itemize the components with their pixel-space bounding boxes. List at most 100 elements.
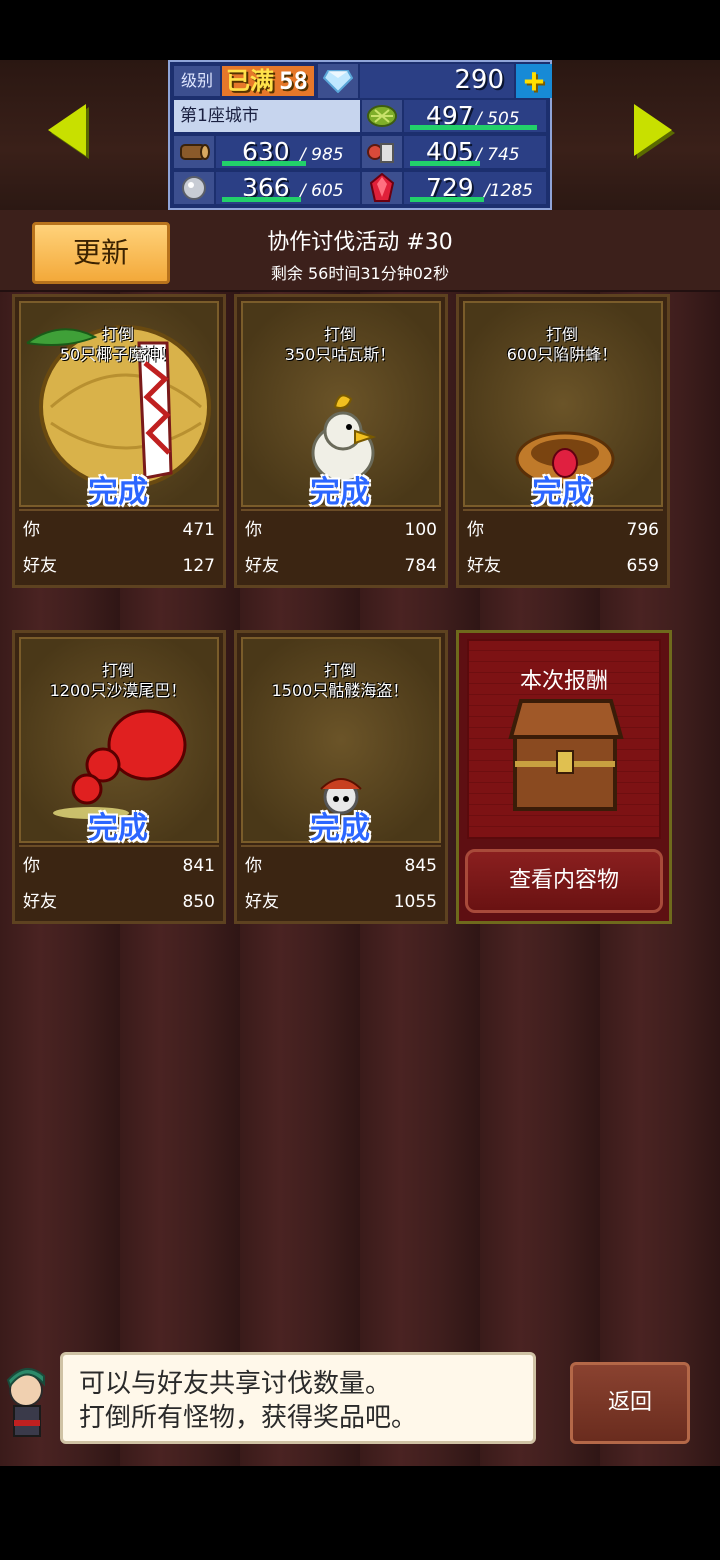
you-count: 841 xyxy=(182,856,215,876)
quest-goal-line2: 50只椰子魔神！ xyxy=(59,345,177,364)
friend-count-row: 好友 659 xyxy=(467,551,659,581)
friend-count-row: 好友 127 xyxy=(23,551,215,581)
quest-card-guwas[interactable]: 打倒 350只咕瓦斯！ 完成 你 100 好友 784 xyxy=(234,294,448,588)
level-max-text: 已满 xyxy=(226,67,274,95)
wood-bar xyxy=(222,161,306,166)
quest-card-coconut[interactable]: 打倒 50只椰子魔神！ 完成 你 471 好友 127 xyxy=(12,294,226,588)
quest-goal: 打倒 1200只沙漠尾巴！ xyxy=(15,661,221,701)
quest-goal-line2: 350只咕瓦斯！ xyxy=(284,345,396,364)
you-count-row: 你 841 xyxy=(23,851,215,881)
you-count: 471 xyxy=(182,520,215,540)
city-name: 第1座城市 xyxy=(174,100,360,132)
diamond-icon xyxy=(318,64,358,98)
quest-goal-line1: 打倒 xyxy=(323,661,356,680)
friend-count: 127 xyxy=(182,556,215,576)
friend-count-row: 好友 850 xyxy=(23,887,215,917)
quest-goal-line2: 1200只沙漠尾巴！ xyxy=(49,681,187,700)
quest-goal-line1: 打倒 xyxy=(323,325,356,344)
quest-goal: 打倒 350只咕瓦斯！ xyxy=(237,325,443,365)
food-value-box: 405 / 745 xyxy=(404,136,546,168)
friend-count: 1055 xyxy=(393,892,437,912)
divider xyxy=(241,845,441,847)
ruby-value-box: 729 /1285 xyxy=(404,172,546,204)
ore-value-box: 366 / 605 xyxy=(216,172,360,204)
quest-goal-line2: 600只陷阱蜂！ xyxy=(506,345,618,364)
friend-count: 850 xyxy=(182,892,215,912)
you-label: 你 xyxy=(23,520,40,540)
friend-count-row: 好友 1055 xyxy=(245,887,437,917)
you-count-row: 你 845 xyxy=(245,851,437,881)
you-label: 你 xyxy=(23,856,40,876)
guide-character-avatar xyxy=(0,1356,60,1452)
ruby-max: /1285 xyxy=(484,181,533,201)
you-label: 你 xyxy=(245,520,262,540)
divider xyxy=(19,845,219,847)
you-count-row: 你 100 xyxy=(245,515,437,545)
you-count: 100 xyxy=(404,520,437,540)
quest-goal: 打倒 50只椰子魔神！ xyxy=(15,325,221,365)
you-count: 845 xyxy=(404,856,437,876)
friend-label: 好友 xyxy=(245,892,279,912)
food-max: / 745 xyxy=(476,145,520,165)
you-count: 796 xyxy=(626,520,659,540)
you-label: 你 xyxy=(245,856,262,876)
wood-max: / 985 xyxy=(300,145,344,165)
you-count-row: 你 796 xyxy=(467,515,659,545)
friend-label: 好友 xyxy=(23,556,57,576)
hint-dialog: 可以与好友共享讨伐数量。 打倒所有怪物，获得奖品吧。 xyxy=(60,1352,536,1444)
quest-goal: 打倒 600只陷阱蜂！ xyxy=(459,325,665,365)
food-icon xyxy=(362,136,402,168)
reward-panel: 本次报酬 查看内容物 xyxy=(456,630,672,924)
quest-goal-line1: 打倒 xyxy=(101,661,134,680)
ruby-bar xyxy=(410,197,484,202)
grass-value-box: 497 / 505 xyxy=(404,100,546,132)
prev-city-arrow-icon[interactable] xyxy=(48,104,86,156)
friend-count: 659 xyxy=(626,556,659,576)
grass-icon xyxy=(362,100,402,132)
quest-card-desert-tail[interactable]: 打倒 1200只沙漠尾巴！ 完成 你 841 好友 850 xyxy=(12,630,226,924)
hint-line1: 可以与好友共享讨伐数量。 xyxy=(79,1369,392,1399)
ore-max: / 605 xyxy=(300,181,344,201)
wood-log-icon xyxy=(174,136,214,168)
level-value: 58 xyxy=(279,67,308,95)
quest-card-trap-bee[interactable]: 打倒 600只陷阱蜂！ 完成 你 796 好友 659 xyxy=(456,294,670,588)
quest-complete-label: 完成 xyxy=(532,475,592,510)
friend-label: 好友 xyxy=(467,556,501,576)
you-count-row: 你 471 xyxy=(23,515,215,545)
quest-goal-line1: 打倒 xyxy=(101,325,134,344)
friend-count-row: 好友 784 xyxy=(245,551,437,581)
event-title: 协作讨伐活动 #30 xyxy=(267,230,453,255)
add-gems-button[interactable]: + xyxy=(516,64,552,98)
divider xyxy=(241,509,441,511)
nav-bar-area xyxy=(0,1466,720,1560)
back-button[interactable]: 返回 xyxy=(570,1362,690,1444)
divider xyxy=(19,509,219,511)
level-max-badge: 已满 58 xyxy=(222,66,314,96)
plus-icon: + xyxy=(523,61,545,101)
ruby-icon xyxy=(362,172,402,204)
friend-label: 好友 xyxy=(23,892,57,912)
grass-bar xyxy=(410,125,537,130)
quest-complete-label: 完成 xyxy=(88,475,148,510)
view-contents-button[interactable]: 查看内容物 xyxy=(465,849,663,913)
food-bar xyxy=(410,161,480,166)
event-time-left: 剩余 56时间31分钟02秒 xyxy=(270,264,450,283)
hint-line2: 打倒所有怪物，获得奖品吧。 xyxy=(79,1403,418,1433)
wood-value-box: 630 / 985 xyxy=(216,136,360,168)
divider xyxy=(463,509,663,511)
friend-count: 784 xyxy=(404,556,437,576)
quest-goal: 打倒 1500只骷髅海盗！ xyxy=(237,661,443,701)
refresh-button[interactable]: 更新 xyxy=(32,222,170,284)
you-label: 你 xyxy=(467,520,484,540)
resource-hud: 级别 已满 58 290 + 第1座城市 497 / 505 630 / 985… xyxy=(168,60,552,210)
gems-value: 290 xyxy=(454,65,504,95)
quest-complete-label: 完成 xyxy=(310,475,370,510)
quest-card-skeleton-pirate[interactable]: 打倒 1500只骷髅海盗！ 完成 你 845 好友 1055 xyxy=(234,630,448,924)
quest-complete-label: 完成 xyxy=(310,811,370,846)
friend-label: 好友 xyxy=(245,556,279,576)
ore-icon xyxy=(174,172,214,204)
next-city-arrow-icon[interactable] xyxy=(634,104,672,156)
gems-value-box: 290 xyxy=(360,64,514,98)
ore-bar xyxy=(222,197,301,202)
reward-title: 本次报酬 xyxy=(519,669,608,694)
